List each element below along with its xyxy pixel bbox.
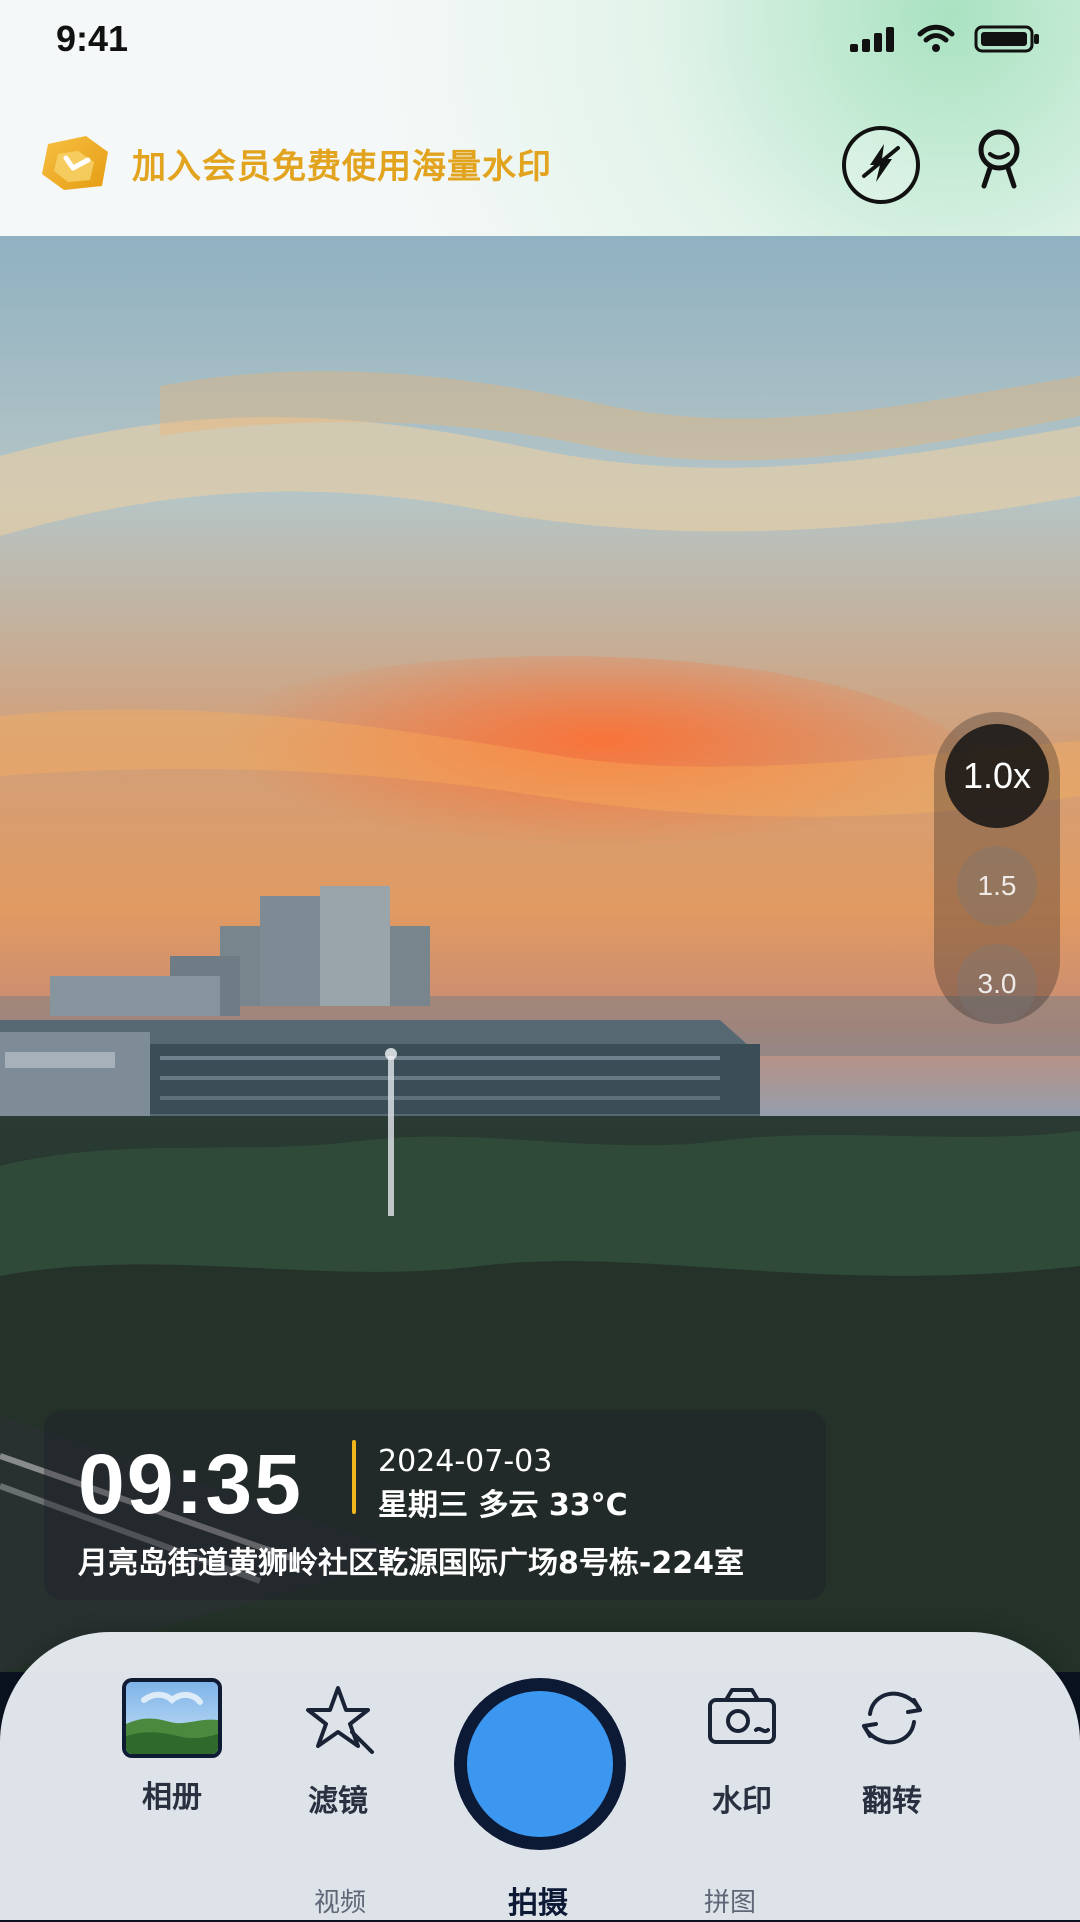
zoom-3x-button[interactable]: 3.0 [957, 944, 1037, 1024]
wifi-icon [916, 24, 956, 58]
flash-off-icon [858, 140, 904, 190]
filter-label: 滤镜 [308, 1784, 368, 1819]
watermark-overlay[interactable]: 09:35 2024-07-03 星期三 多云 33°C 月亮岛街道黄狮岭社区乾… [44, 1410, 826, 1600]
status-bar: 9:41 [0, 0, 1080, 78]
watermark-divider [352, 1440, 356, 1514]
zoom-selector: 1.0x 1.5 3.0 [934, 712, 1060, 1024]
watermark-address: 月亮岛街道黄狮岭社区乾源国际广场8号栋-224室 [78, 1546, 744, 1581]
profile-icon [966, 126, 1032, 196]
flip-label: 翻转 [862, 1784, 922, 1819]
watermark-date: 2024-07-03 [378, 1444, 553, 1479]
membership-promo[interactable]: 加入会员免费使用海量水印 [38, 128, 552, 198]
flash-button[interactable] [842, 126, 920, 204]
bottom-controls: 相册 滤镜 水印 翻转 视频 拍摄 拼图 [0, 1632, 1080, 1922]
battery-icon [974, 24, 1040, 58]
camera-watermark-icon [700, 1688, 784, 1762]
status-icons [850, 24, 1040, 58]
watermark-time: 09:35 [78, 1437, 303, 1531]
watermark-label: 水印 [712, 1784, 772, 1819]
flip-camera-icon [852, 1691, 932, 1762]
filter-button[interactable]: 滤镜 [278, 1678, 398, 1820]
album-thumbnail [122, 1678, 222, 1758]
top-actions [842, 126, 1034, 204]
promo-text: 加入会员免费使用海量水印 [132, 146, 552, 187]
shutter-inner [467, 1691, 613, 1837]
star-filter-icon [298, 1686, 378, 1762]
top-bar: 9:41 加入会员免费使用海量水印 [0, 0, 1080, 236]
zoom-1x-button[interactable]: 1.0x [945, 724, 1049, 828]
status-time: 9:41 [56, 18, 129, 59]
mode-video[interactable]: 视频 [314, 1882, 366, 1919]
shutter-button[interactable] [454, 1678, 626, 1850]
album-button[interactable]: 相册 [112, 1678, 232, 1816]
flip-camera-button[interactable]: 翻转 [832, 1678, 952, 1820]
mode-photo[interactable]: 拍摄 [508, 1878, 568, 1922]
capture-modes: 视频 拍摄 拼图 [0, 1882, 1080, 1922]
watermark-weather: 星期三 多云 33°C [378, 1488, 628, 1523]
album-label: 相册 [142, 1780, 202, 1815]
watermark-button[interactable]: 水印 [682, 1678, 802, 1820]
mode-collage[interactable]: 拼图 [704, 1882, 756, 1919]
signal-icon [850, 26, 898, 56]
membership-badge-icon [38, 134, 112, 192]
zoom-1-5x-button[interactable]: 1.5 [957, 846, 1037, 926]
profile-button[interactable] [964, 126, 1034, 196]
